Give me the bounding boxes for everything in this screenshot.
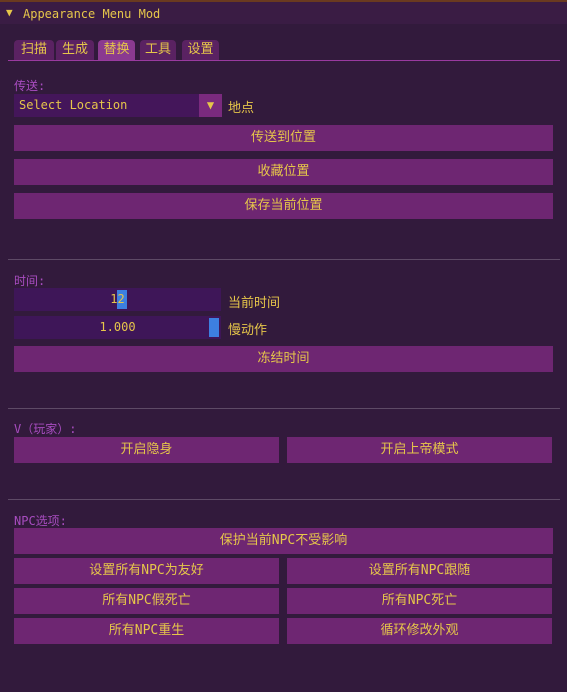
npc-fake-death-button[interactable]: 所有NPC假死亡 <box>14 588 279 614</box>
slow-motion-label: 慢动作 <box>228 323 268 338</box>
tab-tools[interactable]: 工具 <box>140 40 176 60</box>
tab-settings[interactable]: 设置 <box>182 40 219 60</box>
invisibility-button[interactable]: 开启隐身 <box>14 437 279 463</box>
location-select[interactable]: Select Location <box>14 94 200 117</box>
collapse-triangle-icon[interactable]: ▼ <box>6 6 13 19</box>
separator <box>8 408 560 409</box>
tab-spawn[interactable]: 生成 <box>56 40 94 60</box>
npc-follow-button[interactable]: 设置所有NPC跟随 <box>287 558 552 584</box>
slider-grab[interactable] <box>209 318 219 337</box>
save-current-location-button[interactable]: 保存当前位置 <box>14 193 553 219</box>
npc-kill-button[interactable]: 所有NPC死亡 <box>287 588 552 614</box>
current-time-slider[interactable]: 12 <box>14 288 221 311</box>
teleport-to-location-button[interactable]: 传送到位置 <box>14 125 553 151</box>
separator <box>8 499 560 500</box>
teleport-section-label: 传送: <box>14 79 46 93</box>
npc-respawn-button[interactable]: 所有NPC重生 <box>14 618 279 644</box>
slow-motion-value: 1.000 <box>99 320 136 334</box>
location-label: 地点 <box>228 101 255 116</box>
tab-divider <box>8 60 560 61</box>
separator <box>8 259 560 260</box>
player-section-label: V（玩家）: <box>14 422 77 436</box>
favorite-location-button[interactable]: 收藏位置 <box>14 159 553 185</box>
chevron-down-icon[interactable]: ▼ <box>199 94 222 117</box>
current-time-label: 当前时间 <box>228 296 281 311</box>
freeze-time-button[interactable]: 冻结时间 <box>14 346 553 372</box>
protect-npc-button[interactable]: 保护当前NPC不受影响 <box>14 528 553 554</box>
cycle-appearance-button[interactable]: 循环修改外观 <box>287 618 552 644</box>
tab-replace[interactable]: 替换 <box>98 40 135 60</box>
god-mode-button[interactable]: 开启上帝模式 <box>287 437 552 463</box>
time-section-label: 时间: <box>14 274 46 288</box>
npc-section-label: NPC选项: <box>14 514 67 528</box>
tab-scan[interactable]: 扫描 <box>14 40 54 60</box>
current-time-value: 12 <box>110 292 125 306</box>
npc-friendly-button[interactable]: 设置所有NPC为友好 <box>14 558 279 584</box>
slow-motion-slider[interactable]: 1.000 <box>14 316 221 339</box>
window-title-bar[interactable]: ▼ Appearance Menu Mod <box>0 0 567 24</box>
window-title: Appearance Menu Mod <box>23 7 161 21</box>
